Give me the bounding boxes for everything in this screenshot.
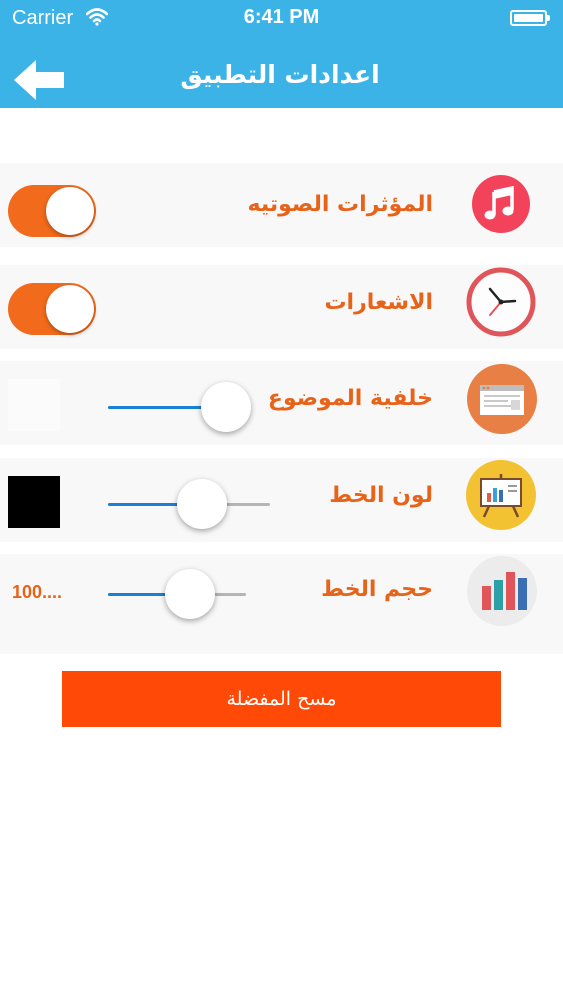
font-color-slider[interactable] [108,479,270,529]
notifications-label: الاشعارات [324,290,433,315]
font-size-row: 100.... حجم الخط [0,554,563,654]
header-bar: Carrier 6:41 PM اعدادات التطبيق [0,0,563,108]
browser-window-icon [467,364,537,434]
back-arrow-icon [14,60,64,100]
clock-icon [466,267,536,337]
notifications-row: الاشعارات [0,265,563,349]
sound-effects-toggle[interactable] [8,185,96,237]
font-size-label: حجم الخط [321,577,433,602]
settings-screen: Carrier 6:41 PM اعدادات التطبيق المؤثرات… [0,0,563,1000]
status-time: 6:41 PM [243,6,320,28]
font-size-value: 100.... [12,582,63,602]
slider-thumb[interactable] [176,479,227,529]
clear-favorites-button[interactable]: مسح المفضلة [62,671,501,727]
sound-effects-label: المؤثرات الصوتيه [247,192,433,217]
back-button[interactable] [14,58,66,102]
theme-background-swatch[interactable] [8,379,60,431]
font-color-row: لون الخط [0,458,563,542]
battery-icon [510,10,550,26]
notifications-toggle[interactable] [8,283,96,335]
toggle-knob [46,285,94,333]
slider-thumb[interactable] [164,569,215,619]
theme-background-slider[interactable] [108,382,251,432]
sound-effects-row: المؤثرات الصوتيه [0,163,563,247]
slider-thumb[interactable] [200,382,251,432]
page-title: اعدادات التطبيق [180,60,380,89]
music-note-icon [472,175,530,233]
font-color-label: لون الخط [329,483,433,508]
toggle-knob [46,187,94,235]
font-color-swatch[interactable] [8,476,60,528]
theme-background-label: خلفية الموضوع [267,386,433,411]
presentation-board-icon [466,460,536,530]
theme-background-row: خلفية الموضوع [0,361,563,445]
bar-chart-icon [467,556,537,626]
font-size-slider[interactable] [108,569,246,619]
